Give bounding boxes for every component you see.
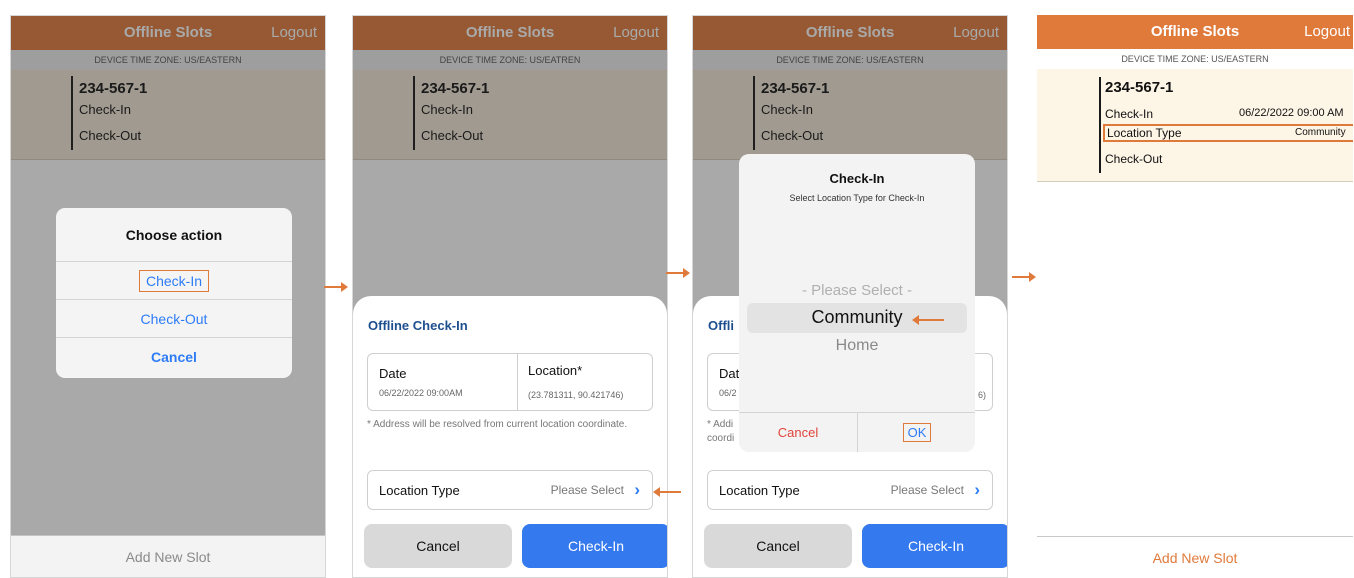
flow-arrow-right [1012,272,1036,282]
picker-option-please-select[interactable]: - Please Select - [739,282,975,299]
date-value: 06/2 [719,388,737,398]
checkin-sheet: Offline Check-In Date 06/22/2022 09:00AM… [353,296,667,577]
location-type-picker: Check-In Select Location Type for Check-… [739,154,975,452]
picker-ok-label: OK [902,423,932,442]
logout-button[interactable]: Logout [1304,23,1350,40]
action-sheet-title: Choose action [56,208,292,262]
timezone-label: DEVICE TIME ZONE: US/EASTERN [1037,49,1353,69]
sheet-title: Offline Check-In [368,318,468,333]
action-checkin-button[interactable]: Check-In [56,262,292,300]
date-value: 06/22/2022 09:00AM [379,388,463,398]
screen-offline-checkin: Offline Slots Logout DEVICE TIME ZONE: U… [352,15,668,578]
location-label: Location* [528,363,583,378]
divider [517,354,518,410]
location-type-value: Please Select [890,483,964,497]
picker-title: Check-In [829,171,885,186]
cancel-button[interactable]: Cancel [364,524,512,568]
location-value: 6) [977,390,986,400]
pointer-arrow-left [912,315,944,325]
slot-id: 234-567-1 [1105,79,1174,96]
screen-location-picker: Offline Slots Logout DEVICE TIME ZONE: U… [692,15,1008,578]
location-value: (23.781311, 90.421746) [528,390,624,400]
checkin-submit-button[interactable]: Check-In [522,524,667,568]
address-note: * Address will be resolved from current … [367,419,628,430]
action-checkin-label: Check-In [138,270,210,292]
location-type-label: Location Type [379,483,460,498]
pointer-arrow-left [653,487,681,497]
picker-subtitle: Select Location Type for Check-In [789,193,925,203]
cancel-button[interactable]: Cancel [704,524,852,568]
location-type-field[interactable]: Location Type Please Select › [707,470,993,510]
picker-buttons: Cancel OK [739,412,975,452]
slot-card[interactable]: 234-567-1 Check-In 06/22/2022 09:00 AM L… [1037,69,1353,182]
slot-checkout-label: Check-Out [1105,152,1163,166]
date-label: Date [379,366,407,381]
sheet-title: Offli [708,318,734,333]
screen-choose-action: Offline Slots Logout DEVICE TIME ZONE: U… [10,15,326,578]
checkin-time: 06/22/2022 09:00 AM [1239,107,1344,119]
flow-arrow-right [666,268,690,278]
location-type-value: Community [1295,127,1346,138]
chevron-right-icon: › [974,480,980,499]
flow-arrow-right [324,282,348,292]
location-type-label: Location Type [719,483,800,498]
action-checkout-button[interactable]: Check-Out [56,300,292,338]
slot-checkin-label: Check-In [1105,107,1154,121]
checkin-submit-button[interactable]: Check-In [862,524,1007,568]
picker-ok-button[interactable]: OK [858,413,975,452]
add-new-slot-button[interactable]: Add New Slot [1037,536,1353,578]
screen-result: Offline Slots Logout DEVICE TIME ZONE: U… [1037,15,1353,578]
chevron-right-icon: › [634,480,640,499]
date-label: Dat [719,366,740,381]
add-new-slot-button[interactable]: Add New Slot [11,535,325,577]
location-type-label: Location Type [1107,126,1182,140]
picker-cancel-button[interactable]: Cancel [739,413,857,452]
date-location-box: Date 06/22/2022 09:00AM Location* (23.78… [367,353,653,411]
picker-option-community[interactable]: Community [739,307,975,328]
action-sheet: Choose action Check-In Check-Out Cancel [56,208,292,378]
header-bar: Offline Slots Logout [1037,15,1353,49]
action-cancel-button[interactable]: Cancel [56,338,292,376]
location-type-field[interactable]: Location Type Please Select › [367,470,653,510]
slot-bar [1099,77,1101,173]
location-type-value: Please Select [550,483,624,497]
picker-option-home[interactable]: Home [739,337,975,355]
